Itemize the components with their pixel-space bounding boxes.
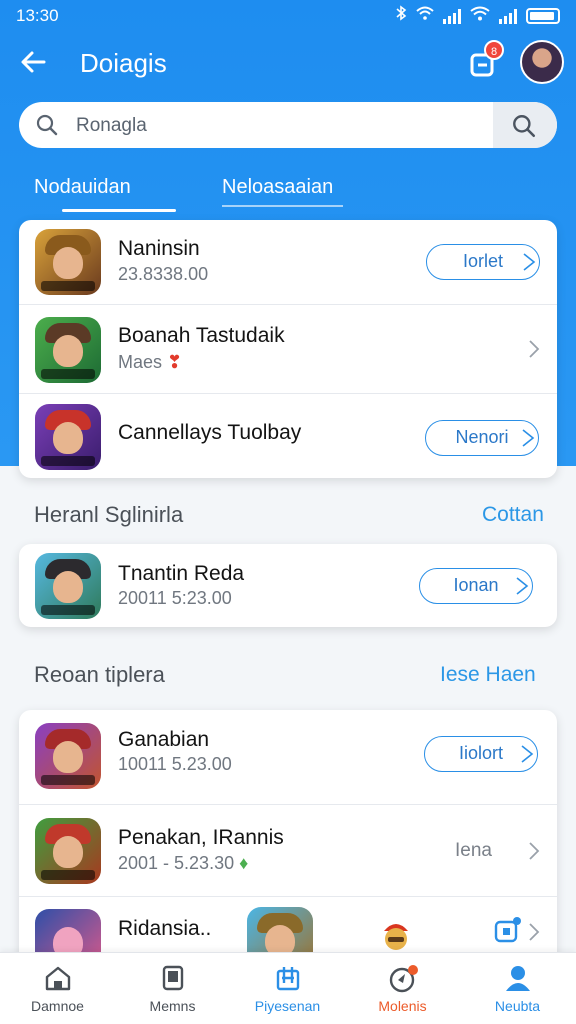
recent-app-list: Ganabian 10011 5.23.00 Iiolort Penakan, … — [19, 710, 557, 970]
app-icon — [35, 229, 101, 295]
app-icon — [35, 723, 101, 789]
app-icon — [35, 818, 101, 884]
app-icon — [35, 404, 101, 470]
section-link[interactable]: Cottan — [482, 503, 544, 527]
tab-first[interactable]: Nodauidan — [34, 176, 131, 199]
chevron-right-icon — [516, 577, 529, 595]
chevron-right-icon[interactable] — [527, 338, 541, 360]
avatar[interactable] — [520, 40, 564, 84]
profile-icon — [506, 966, 530, 991]
chevron-right-icon — [523, 253, 536, 271]
app-icon — [35, 317, 101, 383]
bottom-navigation: Damnoe Memns Piyesenan Molenis Neubta — [0, 952, 576, 1024]
item-action-text[interactable]: Iena — [455, 840, 492, 862]
battery-icon — [526, 7, 560, 24]
moments-icon — [389, 965, 418, 993]
nav-item-memns[interactable]: Memns — [115, 953, 230, 1024]
notification-badge: 8 — [484, 40, 504, 60]
search-icon — [36, 114, 58, 136]
character-icon — [379, 917, 413, 955]
list-item[interactable]: Naninsin 23.8338.00 Iorlet — [19, 220, 557, 304]
item-action-button[interactable]: Ionan — [419, 568, 533, 604]
featured-app-list: Tnantin Reda 20011 5:23.00 Ionan — [19, 544, 557, 627]
signal-icon — [499, 8, 517, 24]
list-item[interactable]: Ganabian 10011 5.23.00 Iiolort — [19, 710, 557, 804]
status-time: 13:30 — [16, 6, 59, 25]
library-icon — [276, 967, 300, 991]
item-action-button[interactable]: Iorlet — [426, 244, 540, 280]
signal-icon — [443, 8, 461, 24]
search-input[interactable]: Ronagla — [76, 115, 147, 137]
list-item[interactable]: Boanah Tastudaik Maes ❣ — [19, 304, 557, 393]
home-icon — [45, 966, 71, 991]
wifi-icon — [416, 6, 434, 25]
nav-item-molenis[interactable]: Molenis — [345, 953, 460, 1024]
section-title: Heranl Sglinirla — [34, 502, 184, 527]
chevron-right-icon — [522, 429, 535, 447]
list-item[interactable]: Cannellays Tuolbay Nenori — [19, 393, 557, 478]
list-item[interactable]: Tnantin Reda 20011 5:23.00 Ionan — [19, 544, 557, 627]
page-title: Doiagis — [80, 48, 167, 78]
tablet-icon — [162, 965, 184, 991]
active-tab-indicator — [62, 209, 176, 212]
wifi-icon — [470, 6, 490, 26]
item-action-button[interactable]: Iiolort — [424, 736, 538, 772]
nav-item-home[interactable]: Damnoe — [0, 953, 115, 1024]
tab-second[interactable]: Neloasaaian — [222, 176, 333, 199]
back-arrow-icon[interactable] — [18, 46, 50, 78]
section-link[interactable]: Iese Haen — [440, 663, 536, 687]
status-bar: 13:30 — [0, 0, 576, 30]
chevron-right-icon[interactable] — [527, 840, 541, 862]
bluetooth-icon — [395, 5, 407, 26]
app-icon — [35, 553, 101, 619]
search-bar[interactable]: Ronagla — [19, 102, 557, 148]
notification-icon — [493, 915, 523, 945]
chevron-right-icon[interactable] — [527, 921, 541, 943]
nav-item-neubta[interactable]: Neubta — [460, 953, 575, 1024]
leaf-icon: ♦ — [239, 853, 249, 873]
heart-icon: ❣ — [167, 352, 183, 372]
top-app-list: Naninsin 23.8338.00 Iorlet Boanah Tastud… — [19, 220, 557, 478]
list-item[interactable]: Penakan, IRannis 2001 - 5.23.30 ♦ Iena — [19, 804, 557, 896]
search-button[interactable] — [493, 102, 557, 148]
search-icon — [513, 115, 536, 138]
item-action-button[interactable]: Nenori — [425, 420, 539, 456]
tab-underline — [222, 205, 343, 207]
chevron-right-icon — [521, 745, 534, 763]
section-title: Reoan tiplera — [34, 662, 165, 687]
nav-item-piyesenan[interactable]: Piyesenan — [230, 953, 345, 1024]
